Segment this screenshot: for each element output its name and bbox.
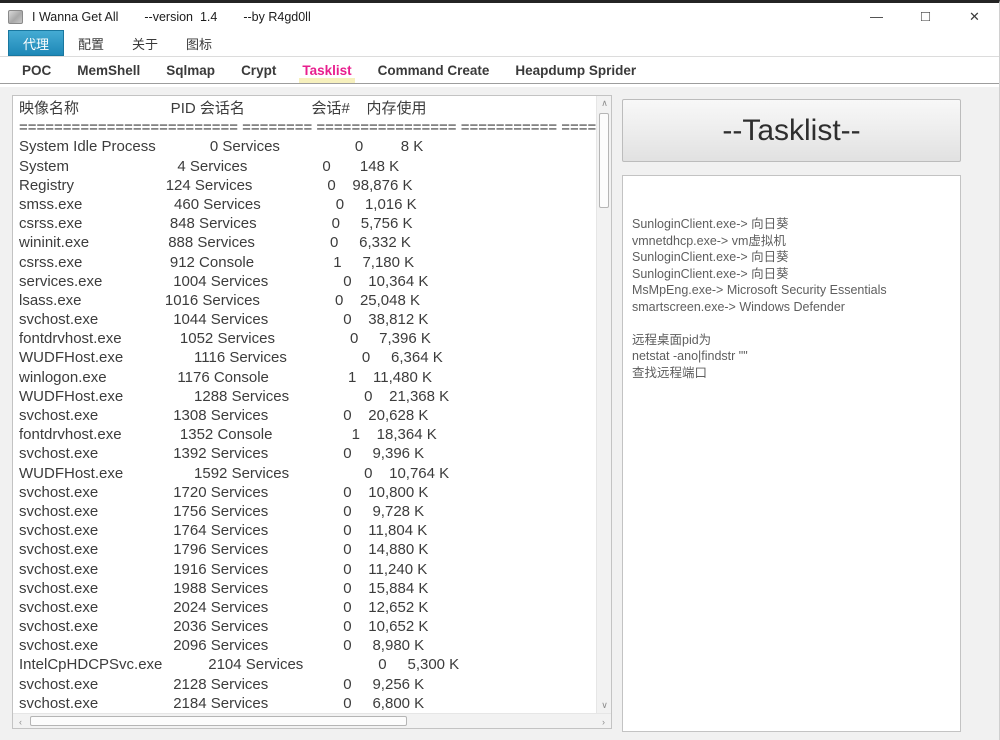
- title-bar: I Wanna Get All --version 1.4 --by R4gd0…: [0, 3, 999, 30]
- tasklist-output[interactable]: 映像名称 PID 会话名 会话# 内存使用===================…: [13, 96, 596, 713]
- task-line: fontdrvhost.exe 1352 Console 1 18,364 K: [19, 425, 596, 444]
- scroll-down-icon[interactable]: ∨: [597, 698, 612, 713]
- tab-command-create[interactable]: Command Create: [365, 57, 503, 83]
- task-line: svchost.exe 1720 Services 0 10,800 K: [19, 483, 596, 502]
- tab-crypt[interactable]: Crypt: [228, 57, 289, 83]
- tab-label: Crypt: [241, 63, 276, 78]
- vertical-scrollbar[interactable]: ∧ ∨: [596, 96, 611, 713]
- menu-item-icon[interactable]: 图标: [172, 30, 226, 56]
- horizontal-scrollbar-thumb[interactable]: [30, 716, 407, 726]
- tab-tasklist[interactable]: Tasklist: [289, 57, 364, 83]
- process-notes-text: SunloginClient.exe-> 向日葵 vmnetdhcp.exe->…: [632, 216, 951, 381]
- app-window: I Wanna Get All --version 1.4 --by R4gd0…: [0, 0, 1000, 740]
- close-icon: ✕: [969, 9, 980, 25]
- menu-item-label: 代理: [23, 34, 49, 53]
- horizontal-scrollbar[interactable]: ‹ ›: [13, 713, 611, 728]
- app-author: --by R4gd0ll: [243, 10, 310, 24]
- tab-memshell[interactable]: MemShell: [64, 57, 153, 83]
- task-line: svchost.exe 2128 Services 0 9,256 K: [19, 675, 596, 694]
- task-line: svchost.exe 1392 Services 0 9,396 K: [19, 444, 596, 463]
- task-line: svchost.exe 1044 Services 0 38,812 K: [19, 310, 596, 329]
- task-line: System 4 Services 0 148 K: [19, 157, 596, 176]
- task-line: 映像名称 PID 会话名 会话# 内存使用: [19, 99, 596, 118]
- maximize-button[interactable]: □: [901, 3, 950, 30]
- task-line: svchost.exe 1756 Services 0 9,728 K: [19, 502, 596, 521]
- menu-bar: 代理 配置 关于 图标: [0, 30, 999, 57]
- tab-heapdump-sprider[interactable]: Heapdump Sprider: [502, 57, 649, 83]
- menu-item-label: 关于: [132, 34, 158, 53]
- task-line: svchost.exe 2024 Services 0 12,652 K: [19, 598, 596, 617]
- task-line: WUDFHost.exe 1116 Services 0 6,364 K: [19, 348, 596, 367]
- task-line: winlogon.exe 1176 Console 1 11,480 K: [19, 368, 596, 387]
- task-line: svchost.exe 1308 Services 0 20,628 K: [19, 406, 596, 425]
- window-controls: — □ ✕: [852, 3, 999, 30]
- task-line: svchost.exe 2096 Services 0 8,980 K: [19, 636, 596, 655]
- task-line: smss.exe 460 Services 0 1,016 K: [19, 195, 596, 214]
- tab-label: Sqlmap: [166, 63, 215, 78]
- app-icon: [8, 10, 23, 24]
- tab-label: Command Create: [378, 63, 490, 78]
- task-line: svchost.exe 2036 Services 0 10,652 K: [19, 617, 596, 636]
- task-line: wininit.exe 888 Services 0 6,332 K: [19, 233, 596, 252]
- task-line: csrss.exe 848 Services 0 5,756 K: [19, 214, 596, 233]
- app-version: --version 1.4: [144, 10, 217, 24]
- vertical-scrollbar-thumb[interactable]: [599, 113, 609, 208]
- app-title: I Wanna Get All: [32, 10, 118, 24]
- tab-poc[interactable]: POC: [9, 57, 64, 83]
- scroll-left-icon[interactable]: ‹: [13, 714, 28, 729]
- minimize-button[interactable]: —: [852, 3, 901, 30]
- tab-label: Tasklist: [302, 63, 351, 78]
- task-line: services.exe 1004 Services 0 10,364 K: [19, 272, 596, 291]
- task-line: svchost.exe 1916 Services 0 11,240 K: [19, 560, 596, 579]
- task-line: IntelCpHDCPSvc.exe 2104 Services 0 5,300…: [19, 655, 596, 674]
- tasklist-output-panel: 映像名称 PID 会话名 会话# 内存使用===================…: [12, 95, 612, 729]
- task-line: fontdrvhost.exe 1052 Services 0 7,396 K: [19, 329, 596, 348]
- tasklist-button-label: --Tasklist--: [722, 114, 860, 148]
- task-line: ========================= ======== =====…: [19, 118, 596, 137]
- maximize-icon: □: [921, 8, 930, 25]
- scroll-right-icon[interactable]: ›: [596, 714, 611, 729]
- tab-bar: POC MemShell Sqlmap Crypt Tasklist Comma…: [0, 57, 999, 84]
- task-line: svchost.exe 1764 Services 0 11,804 K: [19, 521, 596, 540]
- task-line: Registry 124 Services 0 98,876 K: [19, 176, 596, 195]
- menu-item-label: 图标: [186, 34, 212, 53]
- tab-label: MemShell: [77, 63, 140, 78]
- task-line: svchost.exe 1988 Services 0 15,884 K: [19, 579, 596, 598]
- tab-label: Heapdump Sprider: [515, 63, 636, 78]
- tab-label: POC: [22, 63, 51, 78]
- main-area: 映像名称 PID 会话名 会话# 内存使用===================…: [0, 87, 999, 740]
- task-line: svchost.exe 2184 Services 0 6,800 K: [19, 694, 596, 713]
- menu-item-about[interactable]: 关于: [118, 30, 172, 56]
- task-line: svchost.exe 1796 Services 0 14,880 K: [19, 540, 596, 559]
- task-line: csrss.exe 912 Console 1 7,180 K: [19, 253, 596, 272]
- close-button[interactable]: ✕: [950, 3, 999, 30]
- scroll-up-icon[interactable]: ∧: [597, 96, 612, 111]
- minimize-icon: —: [870, 9, 883, 24]
- task-line: WUDFHost.exe 1592 Services 0 10,764 K: [19, 464, 596, 483]
- menu-item-config[interactable]: 配置: [64, 30, 118, 56]
- task-line: WUDFHost.exe 1288 Services 0 21,368 K: [19, 387, 596, 406]
- menu-item-label: 配置: [78, 34, 104, 53]
- tab-sqlmap[interactable]: Sqlmap: [153, 57, 228, 83]
- tasklist-button[interactable]: --Tasklist--: [622, 99, 961, 162]
- task-line: lsass.exe 1016 Services 0 25,048 K: [19, 291, 596, 310]
- process-notes-box[interactable]: SunloginClient.exe-> 向日葵 vmnetdhcp.exe->…: [622, 175, 961, 732]
- task-line: System Idle Process 0 Services 0 8 K: [19, 137, 596, 156]
- menu-item-proxy[interactable]: 代理: [8, 30, 64, 56]
